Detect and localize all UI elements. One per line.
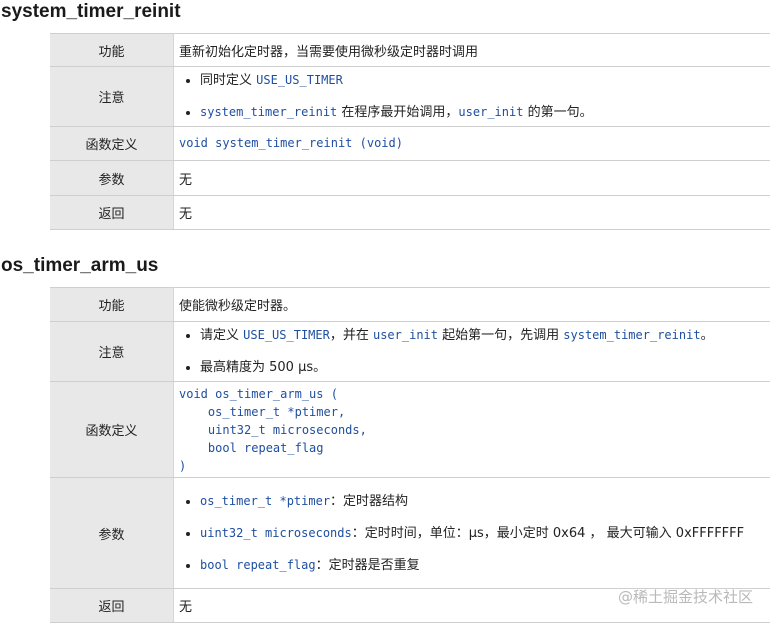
table-row-definition: 函数定义 void os_timer_arm_us ( os_timer_t *… (50, 381, 770, 478)
row-value: 无 (173, 195, 770, 230)
table-row-return: 返回 无 (50, 195, 770, 230)
row-key: 函数定义 (50, 381, 174, 478)
row-key: 返回 (50, 588, 174, 623)
row-value: 重新初始化定时器，当需要使用微秒级定时器时调用 (173, 33, 770, 67)
row-key: 返回 (50, 195, 174, 230)
table-row-params: 参数 无 (50, 160, 770, 196)
row-value: 同时定义 USE_US_TIMER system_timer_reinit 在程… (173, 66, 770, 127)
row-key: 参数 (50, 160, 174, 196)
watermark: @稀土掘金技术社区 (617, 588, 753, 606)
api-table-os-timer-arm-us: 功能 使能微秒级定时器。 注意 请定义 USE_US_TIMER，并在 user… (50, 287, 770, 623)
row-key: 功能 (50, 33, 174, 67)
row-value: 请定义 USE_US_TIMER，并在 user_init 起始第一句，先调用 … (173, 321, 770, 382)
table-row-definition: 函数定义 void system_timer_reinit (void) (50, 126, 770, 161)
note-item: 请定义 USE_US_TIMER，并在 user_init 起始第一句，先调用 … (200, 326, 765, 345)
note-item: 同时定义 USE_US_TIMER (200, 71, 765, 90)
row-value: 使能微秒级定时器。 (173, 287, 770, 322)
row-value: os_timer_t *ptimer：定时器结构 uint32_t micros… (173, 477, 770, 589)
note-item: system_timer_reinit 在程序最开始调用，user_init 的… (200, 103, 765, 122)
table-row-function: 功能 重新初始化定时器，当需要使用微秒级定时器时调用 (50, 33, 770, 67)
param-item: os_timer_t *ptimer：定时器结构 (200, 492, 765, 511)
note-item: 最高精度为 500 μs。 (200, 358, 765, 377)
row-value: 无 (173, 160, 770, 196)
table-row-note: 注意 同时定义 USE_US_TIMER system_timer_reinit… (50, 66, 770, 127)
row-key: 函数定义 (50, 126, 174, 161)
section-title-os-timer-arm-us: os_timer_arm_us (1, 255, 159, 276)
table-row-function: 功能 使能微秒级定时器。 (50, 287, 770, 322)
row-key: 注意 (50, 66, 174, 127)
param-item: bool repeat_flag：定时器是否重复 (200, 556, 765, 575)
param-item: uint32_t microseconds：定时时间，单位：μs，最小定时 0x… (200, 524, 765, 543)
table-row-params: 参数 os_timer_t *ptimer：定时器结构 uint32_t mic… (50, 477, 770, 589)
row-value: void system_timer_reinit (void) (173, 126, 770, 161)
table-row-note: 注意 请定义 USE_US_TIMER，并在 user_init 起始第一句，先… (50, 321, 770, 382)
row-key: 功能 (50, 287, 174, 322)
row-key: 注意 (50, 321, 174, 382)
function-signature: void os_timer_arm_us ( os_timer_t *ptime… (179, 386, 367, 473)
row-key: 参数 (50, 477, 174, 589)
section-title-system-timer-reinit: system_timer_reinit (1, 1, 181, 22)
api-table-system-timer-reinit: 功能 重新初始化定时器，当需要使用微秒级定时器时调用 注意 同时定义 USE_U… (50, 33, 770, 230)
row-value: void os_timer_arm_us ( os_timer_t *ptime… (173, 381, 770, 478)
function-signature: void system_timer_reinit (void) (179, 136, 403, 150)
